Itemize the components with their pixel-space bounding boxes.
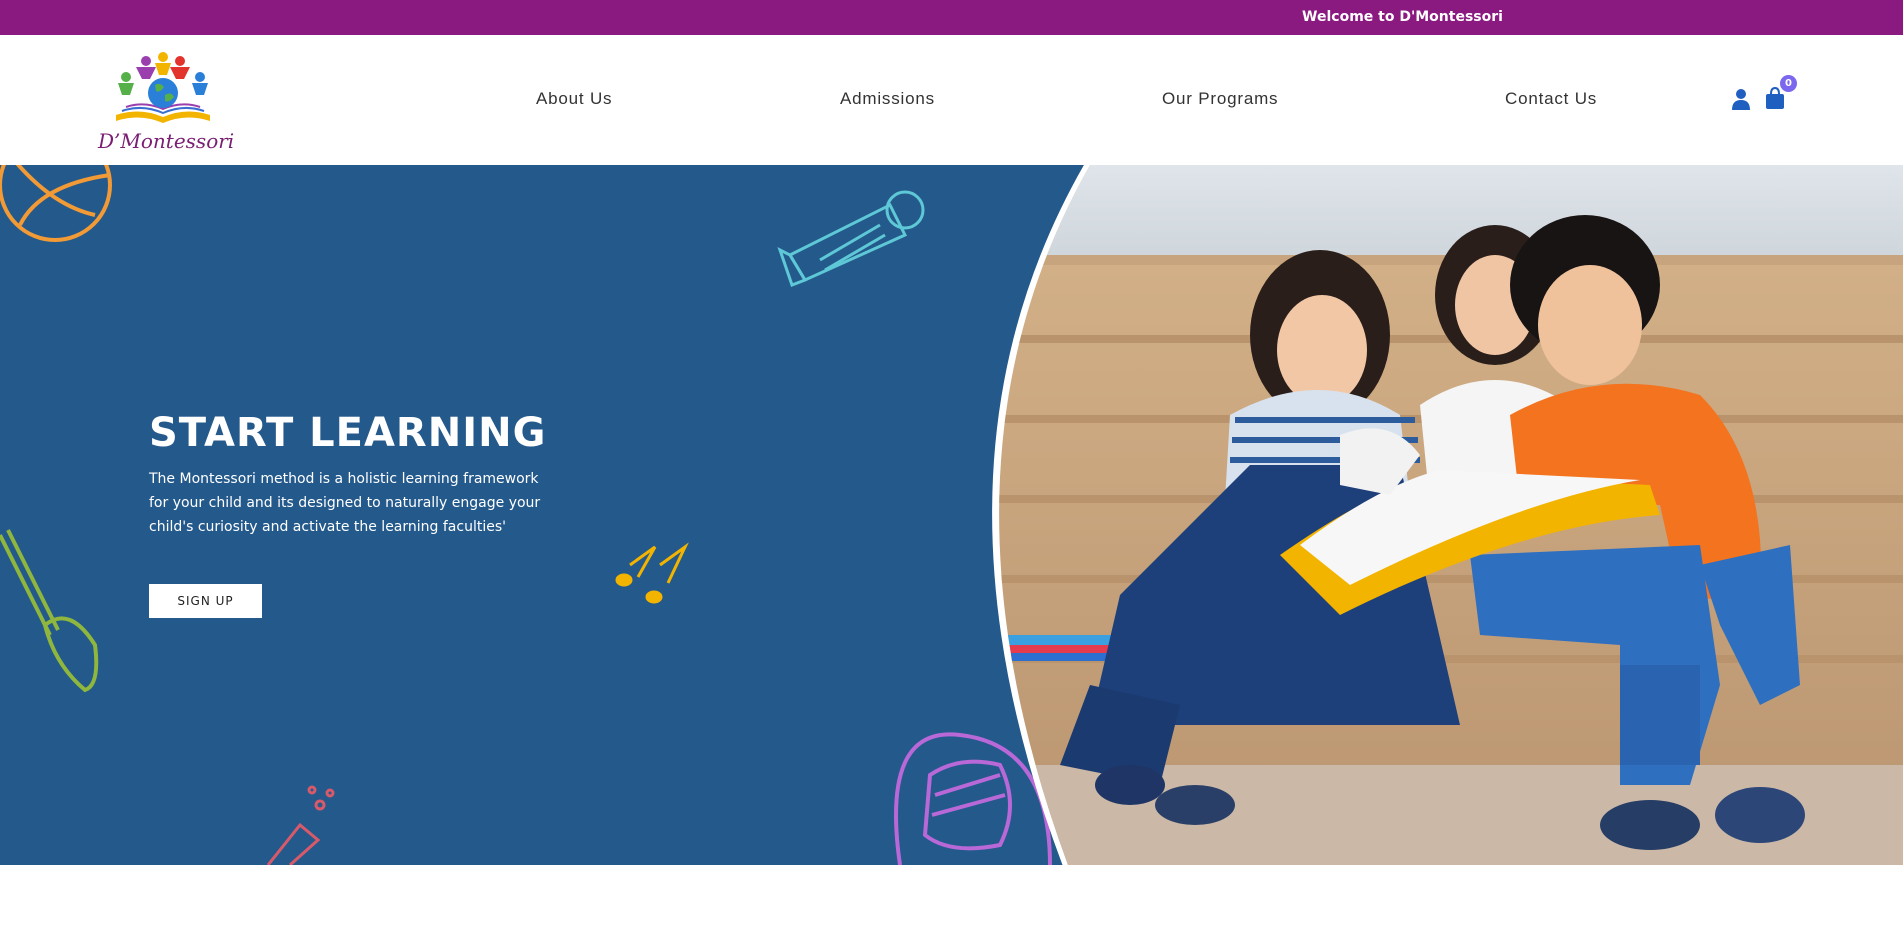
hero-section: START LEARNING The Montessori method is … (0, 165, 1903, 865)
cart-count-badge: 0 (1780, 75, 1797, 92)
logo-text: D’Montessori (98, 129, 235, 153)
welcome-text: Welcome to D'Montessori (1302, 9, 1503, 25)
site-header: D’Montessori About Us Admissions Our Pro… (0, 35, 1903, 165)
page-bottom-blank (0, 865, 1903, 928)
sign-up-button[interactable]: SIGN UP (149, 584, 262, 618)
site-logo[interactable]: D’Montessori (98, 49, 235, 159)
globe-with-children-logo-icon (116, 52, 210, 123)
nav-our-programs[interactable]: Our Programs (1162, 89, 1278, 109)
user-icon[interactable] (1731, 88, 1751, 110)
nav-admissions[interactable]: Admissions (840, 89, 935, 109)
top-welcome-bar: Welcome to D'Montessori (0, 0, 1903, 35)
nav-about-us[interactable]: About Us (536, 89, 612, 109)
hero-title: START LEARNING (149, 410, 547, 456)
nav-contact-us[interactable]: Contact Us (1505, 89, 1597, 109)
shopping-bag-icon[interactable] (1765, 86, 1785, 109)
hero-description: The Montessori method is a holistic lear… (149, 471, 541, 535)
